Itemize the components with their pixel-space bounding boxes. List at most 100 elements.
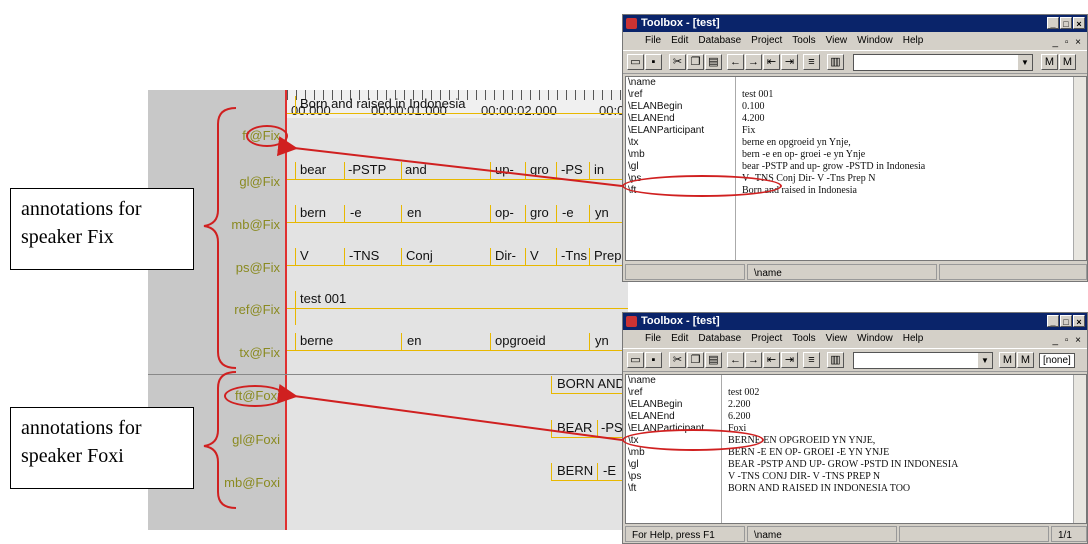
field-values[interactable]: test 001 0.100 4.200 Fix berne en opgroe… — [742, 77, 1072, 260]
menu-window[interactable]: Window — [857, 32, 893, 50]
field-value[interactable]: BERN -E EN OP- GROEI -E YN YNJE — [728, 447, 1072, 459]
menu-window[interactable]: Window — [857, 330, 893, 348]
menu-file[interactable]: File — [645, 32, 661, 50]
annotation-cell[interactable]: yn — [595, 333, 609, 348]
record-view[interactable]: \name \ref \ELANBegin \ELANEnd \ELANPart… — [625, 76, 1087, 261]
window-title-bar[interactable]: Toolbox - [test] _ □ × — [623, 15, 1087, 32]
annotation-cell[interactable]: en — [407, 205, 421, 220]
vertical-scrollbar[interactable] — [1073, 77, 1086, 260]
save-icon[interactable]: ▪ — [645, 352, 662, 368]
field-value[interactable]: 4.200 — [742, 113, 1072, 125]
field-value[interactable]: 6.200 — [728, 411, 1072, 423]
field-value[interactable] — [742, 77, 1072, 89]
menu-database[interactable]: Database — [698, 330, 741, 348]
tier-row-ref-fix[interactable]: test 001 — [287, 289, 628, 325]
filter-icon[interactable]: ≡ — [803, 54, 820, 70]
field-values[interactable]: test 002 2.200 6.200 Foxi BERNE EN OPGRO… — [728, 375, 1072, 523]
open-icon[interactable]: ▭ — [627, 352, 644, 368]
menu-edit[interactable]: Edit — [671, 330, 688, 348]
first-record-icon[interactable]: ⇤ — [763, 352, 780, 368]
filter-combo[interactable]: ▼ — [853, 54, 1033, 71]
menu-view[interactable]: View — [826, 32, 848, 50]
field-value[interactable] — [728, 375, 1072, 387]
find-next-icon[interactable]: M — [1017, 352, 1034, 368]
arrow-right-icon[interactable]: → — [745, 54, 762, 70]
annotation-cell[interactable]: -Tns — [561, 248, 587, 263]
cut-icon[interactable]: ✂ — [669, 352, 686, 368]
field-value[interactable]: bern -e en op- groei -e yn Ynje — [742, 149, 1072, 161]
field-value[interactable]: BORN AND RAISED IN INDONESIA TOO — [728, 483, 1072, 495]
window-title-bar[interactable]: Toolbox - [test] _ □ × — [623, 313, 1087, 330]
paste-icon[interactable]: ▤ — [705, 352, 722, 368]
annotation-cell[interactable]: in — [594, 162, 604, 177]
menu-database[interactable]: Database — [698, 32, 741, 50]
browse-icon[interactable]: ▥ — [827, 54, 844, 70]
tier-row-gl-foxi[interactable]: BEAR -PS — [287, 418, 628, 446]
field-value[interactable]: BEAR -PSTP AND UP- GROW -PSTD IN INDONES… — [728, 459, 1072, 471]
arrow-right-icon[interactable]: → — [745, 352, 762, 368]
annotation-cell[interactable]: gro — [530, 205, 549, 220]
annotation-cell[interactable]: -PS — [601, 420, 623, 435]
paste-icon[interactable]: ▤ — [705, 54, 722, 70]
annotation-cell[interactable]: bear — [300, 162, 326, 177]
field-value[interactable]: bear -PSTP and up- grow -PSTD in Indones… — [742, 161, 1072, 173]
tier-row-ft-foxi[interactable]: BORN AND — [287, 374, 628, 402]
minimize-icon[interactable]: _ — [1047, 17, 1059, 29]
field-value[interactable]: test 001 — [742, 89, 1072, 101]
annotation-cell[interactable]: Born and raised in Indonesia — [300, 96, 466, 111]
annotation-cell[interactable]: BEAR — [557, 420, 592, 435]
arrow-left-icon[interactable]: ← — [727, 54, 744, 70]
field-value[interactable]: Fix — [742, 125, 1072, 137]
minimize-icon[interactable]: _ — [1047, 315, 1059, 327]
first-record-icon[interactable]: ⇤ — [763, 54, 780, 70]
menu-file[interactable]: File — [645, 330, 661, 348]
tier-row-gl-fix[interactable]: bear -PSTP and up- gro -PS in — [287, 160, 628, 188]
annotation-cell[interactable]: op- — [495, 205, 514, 220]
annotation-cell[interactable]: -PS — [561, 162, 583, 177]
annotation-cell[interactable]: Dir- — [495, 248, 516, 263]
copy-icon[interactable]: ❐ — [687, 352, 704, 368]
field-value[interactable]: test 002 — [728, 387, 1072, 399]
save-icon[interactable]: ▪ — [645, 54, 662, 70]
field-value[interactable]: berne en opgroeid yn Ynje, — [742, 137, 1072, 149]
field-value[interactable]: V -TNS CONJ DIR- V -TNS PREP N — [728, 471, 1072, 483]
annotation-cell[interactable]: -e — [350, 205, 362, 220]
field-value[interactable]: V -TNS Conj Dir- V -Tns Prep N — [742, 173, 1072, 185]
close-icon[interactable]: × — [1073, 315, 1085, 327]
last-record-icon[interactable]: ⇥ — [781, 54, 798, 70]
copy-icon[interactable]: ❐ — [687, 54, 704, 70]
annotation-cell[interactable]: gro — [530, 162, 549, 177]
restore-icon[interactable]: □ — [1060, 315, 1072, 327]
field-value[interactable]: Foxi — [728, 423, 1072, 435]
restore-icon[interactable]: □ — [1060, 17, 1072, 29]
tier-label-tx-fix[interactable]: tx@Fix — [148, 345, 280, 360]
annotation-cell[interactable]: opgroeid — [495, 333, 546, 348]
annotation-cell[interactable]: -e — [562, 205, 574, 220]
vertical-scrollbar[interactable] — [1073, 375, 1086, 523]
arrow-left-icon[interactable]: ← — [727, 352, 744, 368]
menu-view[interactable]: View — [826, 330, 848, 348]
last-record-icon[interactable]: ⇥ — [781, 352, 798, 368]
browse-icon[interactable]: ▥ — [827, 352, 844, 368]
language-select[interactable]: [none] — [1039, 353, 1075, 368]
annotation-cell[interactable]: up- — [495, 162, 514, 177]
tier-label-gl-fix[interactable]: gl@Fix — [148, 174, 280, 189]
filter-combo[interactable]: ▼ — [853, 352, 993, 369]
toolbox-window-1[interactable]: Toolbox - [test] _ □ × File Edit Databas… — [622, 14, 1088, 282]
tier-row-ps-fix[interactable]: V -TNS Conj Dir- V -Tns Prep — [287, 246, 628, 274]
annotation-cell[interactable]: BORN AND — [557, 376, 625, 391]
annotation-cell[interactable]: yn — [595, 205, 609, 220]
menu-tools[interactable]: Tools — [792, 330, 815, 348]
field-value[interactable]: BERNE EN OPGROEID YN YNJE, — [728, 435, 1072, 447]
annotation-cell[interactable]: en — [407, 333, 421, 348]
menu-help[interactable]: Help — [903, 330, 924, 348]
find-next-icon[interactable]: M — [1059, 54, 1076, 70]
annotation-cell[interactable]: Prep — [594, 248, 621, 263]
annotation-cell[interactable]: V — [530, 248, 539, 263]
find-icon[interactable]: M — [999, 352, 1016, 368]
field-value[interactable]: 2.200 — [728, 399, 1072, 411]
annotation-cell[interactable]: test 001 — [300, 291, 346, 306]
annotation-cell[interactable]: V — [300, 248, 309, 263]
annotation-cell[interactable]: BERN — [557, 463, 593, 478]
annotation-cell[interactable]: -TNS — [349, 248, 379, 263]
